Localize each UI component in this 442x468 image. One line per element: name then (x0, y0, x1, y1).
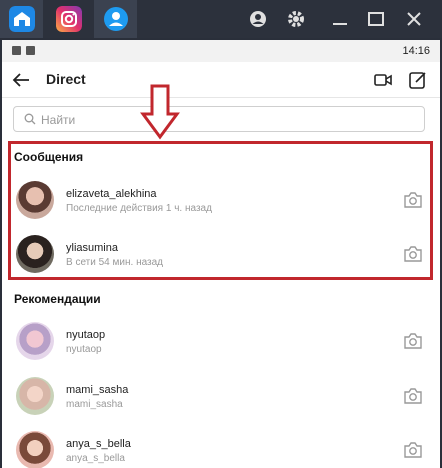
direct-header: Direct (2, 62, 440, 98)
recommendation-subtitle: anya_s_bella (66, 453, 125, 464)
android-screen: 14:16 Direct Найти Сообщения elizaveta_a… (2, 40, 440, 468)
recommendation-row[interactable]: nyutaop nyutaop (2, 317, 440, 367)
search-icon (24, 113, 36, 125)
avatar (16, 377, 54, 415)
search-input[interactable]: Найти (13, 106, 425, 132)
down-arrow-annotation-icon (140, 84, 180, 140)
recommendation-username: nyutaop (66, 329, 106, 341)
page-title: Direct (46, 71, 86, 87)
back-arrow-icon[interactable] (11, 70, 31, 90)
home-icon (8, 6, 35, 32)
status-bar: 14:16 (2, 40, 440, 62)
compose-icon[interactable] (408, 70, 428, 90)
camera-icon[interactable] (403, 332, 423, 350)
notification-icon (26, 46, 35, 55)
recommendation-subtitle: nyutaop (66, 344, 102, 355)
status-time: 14:16 (402, 45, 430, 57)
emulator-toolbar (0, 0, 442, 38)
camera-icon[interactable] (403, 441, 423, 459)
profile-tab[interactable] (94, 0, 137, 38)
avatar (16, 431, 54, 468)
recommendation-subtitle: mami_sasha (66, 399, 123, 410)
recommendations-section-title: Рекомендации (14, 292, 101, 306)
video-camera-icon[interactable] (373, 70, 393, 90)
home-tab[interactable] (0, 0, 43, 38)
maximize-icon[interactable] (366, 9, 386, 29)
search-placeholder: Найти (41, 113, 76, 127)
close-icon[interactable] (404, 9, 424, 29)
profile-icon (103, 7, 128, 31)
minimize-icon[interactable] (330, 9, 350, 29)
messages-highlight-box (8, 141, 433, 280)
instagram-icon (55, 6, 82, 32)
recommendation-username: mami_sasha (66, 384, 129, 396)
notification-icon (12, 46, 21, 55)
recommendation-row[interactable]: mami_sasha mami_sasha (2, 372, 440, 422)
recommendation-username: anya_s_bella (66, 438, 131, 450)
camera-icon[interactable] (403, 387, 423, 405)
gear-icon[interactable] (286, 9, 306, 29)
avatar (16, 322, 54, 360)
instagram-tab[interactable] (47, 0, 90, 38)
recommendation-row[interactable]: anya_s_bella anya_s_bella (2, 426, 440, 468)
account-icon[interactable] (248, 9, 268, 29)
